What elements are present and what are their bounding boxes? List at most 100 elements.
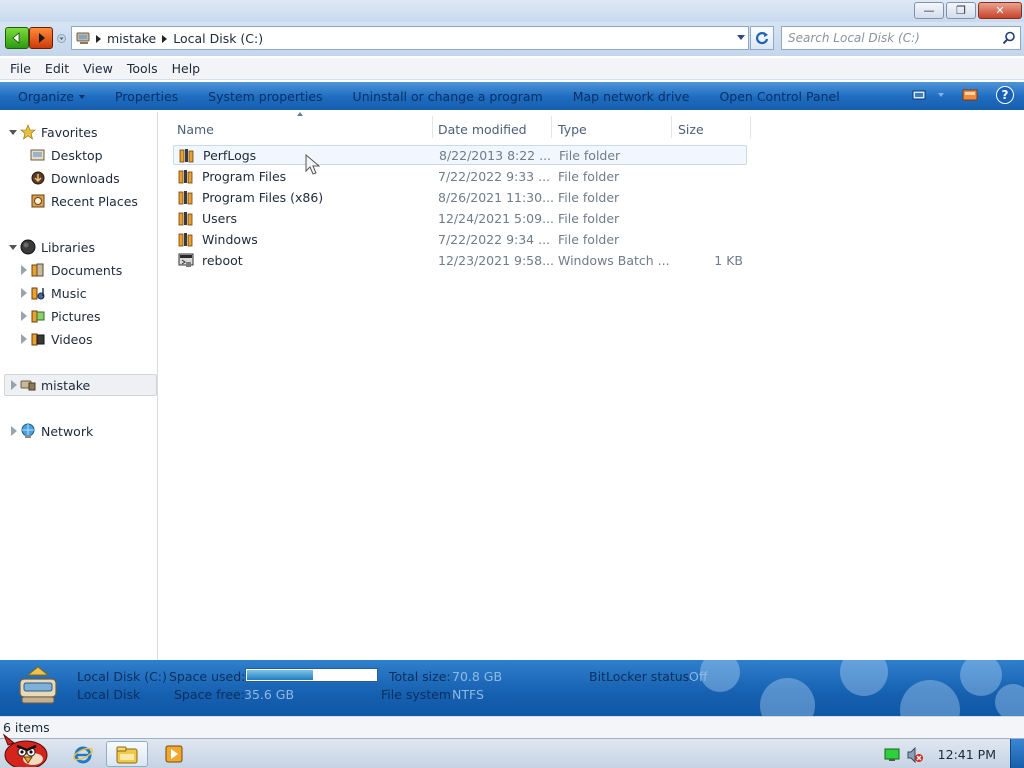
file-row[interactable]: Windows 7/22/2022 9:34 ... File folder (173, 230, 747, 250)
map-network-drive-button[interactable]: Map network drive (573, 89, 690, 104)
taskbar-media-player[interactable] (160, 741, 188, 767)
breadcrumb-separator-icon[interactable] (162, 34, 168, 43)
internet-explorer-icon (73, 746, 93, 764)
nav-recent-places-label: Recent Places (51, 193, 138, 209)
nav-downloads[interactable]: Downloads (30, 168, 120, 188)
file-name: Program Files (x86) (202, 190, 324, 205)
file-system-value: NTFS (452, 687, 484, 702)
menu-tools[interactable]: Tools (127, 61, 158, 76)
file-row[interactable]: reboot 12/23/2021 9:58... Windows Batch … (173, 251, 747, 271)
total-size-value: 70.8 GB (452, 669, 503, 684)
column-divider[interactable] (750, 116, 751, 138)
open-control-panel-button[interactable]: Open Control Panel (719, 89, 839, 104)
preview-pane-icon[interactable] (962, 89, 978, 101)
file-row[interactable]: PerfLogs 8/22/2013 8:22 ... File folder (173, 145, 747, 165)
nav-network[interactable]: Network (20, 421, 93, 441)
file-date: 8/22/2013 8:22 ... (439, 148, 552, 163)
file-row[interactable]: Program Files (x86) 8/26/2021 11:30... F… (173, 188, 747, 208)
file-date: 7/22/2022 9:33 ... (438, 169, 551, 184)
menu-edit[interactable]: Edit (45, 61, 69, 76)
help-icon[interactable]: ? (996, 86, 1014, 104)
nav-videos[interactable]: Videos (30, 329, 93, 349)
libraries-collapse-icon[interactable] (9, 245, 17, 250)
minimize-button[interactable]: — (914, 2, 944, 19)
chevron-down-icon (938, 93, 944, 97)
nav-libraries[interactable]: Libraries (20, 237, 95, 257)
nav-favorites[interactable]: Favorites (20, 122, 97, 142)
uninstall-program-button[interactable]: Uninstall or change a program (353, 89, 543, 104)
window-controls: — ❐ ✕ (914, 2, 1022, 19)
network-expand-icon[interactable] (11, 426, 17, 436)
downloads-icon (31, 171, 45, 185)
column-header-type[interactable]: Type (552, 118, 670, 140)
nav-pictures[interactable]: Pictures (30, 306, 101, 326)
file-row[interactable]: Users 12/24/2021 5:09... File folder (173, 209, 747, 229)
back-button[interactable] (5, 27, 29, 49)
search-box[interactable] (781, 26, 1021, 50)
bitlocker-status-label: BitLocker status: (589, 669, 694, 684)
breadcrumb-separator-icon[interactable] (96, 34, 101, 43)
computer-expand-icon[interactable] (11, 380, 17, 390)
address-dropdown-icon[interactable] (737, 35, 745, 40)
space-free-label: Space free: (174, 687, 245, 702)
refresh-icon (755, 32, 769, 45)
search-icon[interactable] (1002, 31, 1016, 45)
nav-computer[interactable]: mistake (20, 375, 90, 395)
address-bar[interactable]: mistake Local Disk (C:) (71, 26, 749, 50)
show-desktop-button[interactable] (1010, 739, 1024, 768)
windows-explorer-icon (116, 746, 138, 764)
properties-button[interactable]: Properties (115, 89, 178, 104)
background-decoration (995, 684, 1024, 716)
column-header-name[interactable]: Name (171, 118, 433, 140)
pictures-expand-icon[interactable] (21, 311, 27, 321)
file-system-label: File system: (381, 687, 456, 702)
forward-arrow-icon (39, 33, 45, 43)
breadcrumb-local-disk[interactable]: Local Disk (C:) (173, 31, 263, 46)
refresh-button[interactable] (750, 26, 774, 50)
documents-expand-icon[interactable] (21, 265, 27, 275)
computer-icon (20, 380, 36, 391)
close-button[interactable]: ✕ (978, 2, 1022, 19)
recent-pages-dropdown-icon[interactable] (57, 34, 66, 43)
minimize-icon: — (923, 4, 935, 17)
organize-button[interactable]: Organize (18, 89, 85, 104)
details-pane: Local Disk (C:) Local Disk Space used: S… (0, 660, 1024, 716)
nav-music[interactable]: Music (30, 283, 87, 303)
music-expand-icon[interactable] (21, 288, 27, 298)
back-arrow-icon (12, 32, 20, 44)
network-status-icon[interactable] (884, 748, 900, 762)
file-name-cell: reboot (173, 253, 243, 268)
column-header-date-modified[interactable]: Date modified (432, 118, 550, 140)
command-bar: Organize Properties System properties Un… (0, 82, 1024, 110)
nav-desktop[interactable]: Desktop (30, 145, 103, 165)
restore-button[interactable]: ❐ (946, 2, 976, 19)
status-bar: 6 items (0, 716, 1024, 738)
nav-recent-places[interactable]: Recent Places (30, 191, 138, 211)
file-type: File folder (558, 211, 620, 226)
menu-help[interactable]: Help (172, 61, 201, 76)
favorites-collapse-icon[interactable] (9, 130, 17, 135)
nav-videos-label: Videos (51, 331, 93, 347)
clock[interactable]: 12:41 PM (938, 747, 996, 762)
recent-places-icon (31, 194, 45, 208)
taskbar-internet-explorer[interactable] (68, 741, 98, 767)
file-row[interactable]: Program Files 7/22/2022 9:33 ... File fo… (173, 167, 747, 187)
taskbar-windows-explorer[interactable] (106, 741, 148, 767)
forward-button[interactable] (29, 27, 53, 49)
system-properties-button[interactable]: System properties (208, 89, 322, 104)
search-input[interactable] (788, 30, 993, 46)
start-button-icon[interactable] (0, 733, 52, 767)
breadcrumb-mistake[interactable]: mistake (107, 31, 156, 46)
menu-file[interactable]: File (10, 61, 31, 76)
volume-muted-icon[interactable] (906, 747, 924, 763)
nav-documents[interactable]: Documents (30, 260, 122, 280)
change-view-button[interactable] (912, 89, 944, 101)
star-icon (20, 124, 36, 140)
file-name: Windows (202, 232, 258, 247)
file-type: File folder (559, 148, 621, 163)
space-used-label: Space used: (169, 669, 246, 684)
background-decoration (960, 660, 1002, 696)
videos-expand-icon[interactable] (21, 334, 27, 344)
menu-view[interactable]: View (83, 61, 113, 76)
column-header-size[interactable]: Size (672, 118, 750, 140)
